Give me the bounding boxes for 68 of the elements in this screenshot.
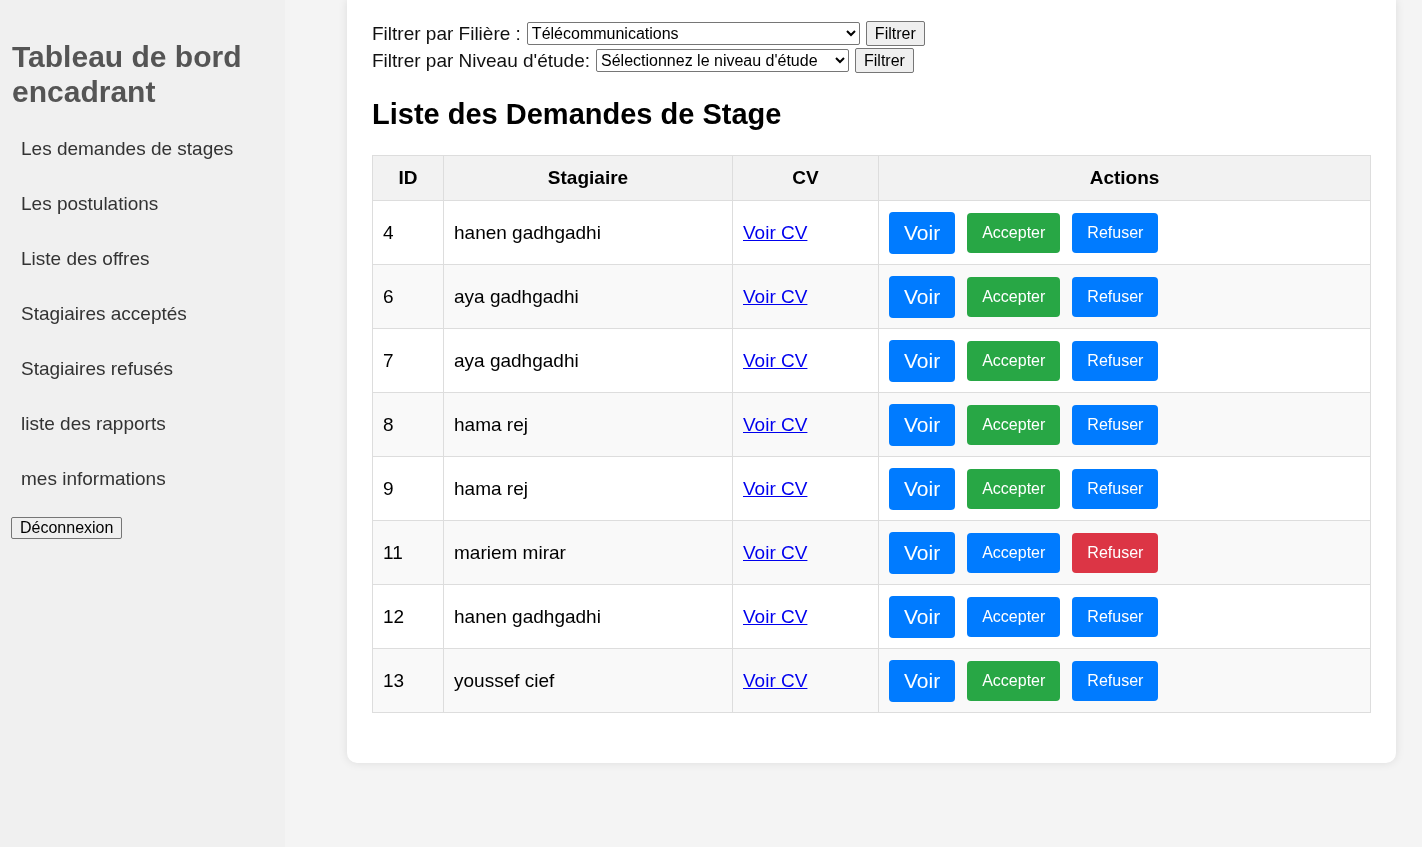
- sidebar-link[interactable]: Les postulations: [11, 192, 169, 215]
- name-cell: hama rej: [443, 456, 733, 521]
- column-header: ID: [372, 155, 444, 201]
- name-cell: hama rej: [443, 392, 733, 457]
- action-button[interactable]: Voir: [889, 275, 956, 318]
- filter-label: Filtrer par Niveau d'étude:: [372, 49, 590, 72]
- id-cell: 13: [372, 648, 444, 713]
- action-button[interactable]: Voir: [889, 403, 956, 446]
- action-button[interactable]: Accepter: [967, 660, 1061, 701]
- column-header: CV: [732, 155, 879, 201]
- filter-button[interactable]: Filtrer: [865, 21, 925, 46]
- cv-link[interactable]: Voir CV: [743, 349, 808, 371]
- action-button[interactable]: Voir: [889, 467, 956, 510]
- sidebar-link[interactable]: Stagiaires refusés: [11, 357, 184, 380]
- action-button[interactable]: Voir: [889, 531, 956, 574]
- column-header: Actions: [878, 155, 1371, 201]
- action-button[interactable]: Voir: [889, 595, 956, 638]
- page-heading: Liste des Demandes de Stage: [372, 98, 783, 131]
- action-button[interactable]: Accepter: [967, 212, 1061, 253]
- action-button[interactable]: Refuser: [1072, 468, 1159, 509]
- action-button[interactable]: Accepter: [967, 276, 1061, 317]
- action-button[interactable]: Accepter: [967, 468, 1061, 509]
- cv-link[interactable]: Voir CV: [743, 669, 808, 691]
- name-cell: aya gadhgadhi: [443, 264, 733, 329]
- action-button[interactable]: Refuser: [1072, 276, 1159, 317]
- sidebar-link[interactable]: Les demandes de stages: [11, 137, 244, 160]
- sidebar-title: Tableau de bord encadrant: [12, 40, 243, 109]
- action-button[interactable]: Accepter: [967, 532, 1061, 573]
- cv-link[interactable]: Voir CV: [743, 285, 808, 307]
- cv-link[interactable]: Voir CV: [743, 221, 808, 243]
- sidebar-link[interactable]: liste des rapports: [11, 412, 176, 435]
- name-cell: aya gadhgadhi: [443, 328, 733, 393]
- cv-link[interactable]: Voir CV: [743, 605, 808, 627]
- cv-link[interactable]: Voir CV: [743, 541, 808, 563]
- action-button[interactable]: Refuser: [1072, 532, 1159, 573]
- name-cell: mariem mirar: [443, 520, 733, 585]
- action-button[interactable]: Voir: [889, 659, 956, 702]
- action-button[interactable]: Refuser: [1072, 404, 1159, 445]
- column-header: Stagiaire: [443, 155, 733, 201]
- action-button[interactable]: Accepter: [967, 340, 1061, 381]
- action-button[interactable]: Voir: [889, 211, 956, 254]
- id-cell: 4: [372, 200, 444, 265]
- name-cell: youssef cief: [443, 648, 733, 713]
- action-button[interactable]: Accepter: [967, 404, 1061, 445]
- id-cell: 6: [372, 264, 444, 329]
- id-cell: 12: [372, 584, 444, 649]
- filter-select[interactable]: Sélectionnez le niveau d'étude: [596, 49, 849, 72]
- sidebar-link[interactable]: mes informations: [11, 467, 176, 490]
- filter-button[interactable]: Filtrer: [855, 48, 914, 73]
- sidebar-link[interactable]: Stagiaires acceptés: [11, 302, 197, 325]
- action-button[interactable]: Refuser: [1072, 340, 1159, 381]
- cv-link[interactable]: Voir CV: [743, 413, 808, 435]
- logout-button[interactable]: Déconnexion: [11, 517, 123, 539]
- id-cell: 9: [372, 456, 444, 521]
- action-button[interactable]: Refuser: [1072, 596, 1159, 637]
- id-cell: 11: [372, 520, 444, 585]
- name-cell: hanen gadhgadhi: [443, 584, 733, 649]
- action-button[interactable]: Refuser: [1072, 660, 1159, 701]
- action-button[interactable]: Voir: [889, 339, 956, 382]
- cv-link[interactable]: Voir CV: [743, 477, 808, 499]
- sidebar-link[interactable]: Liste des offres: [11, 247, 160, 270]
- filter-select[interactable]: Télécommunications: [526, 22, 860, 45]
- action-button[interactable]: Accepter: [967, 596, 1061, 637]
- action-button[interactable]: Refuser: [1072, 212, 1159, 253]
- name-cell: hanen gadhgadhi: [443, 200, 733, 265]
- filter-label: Filtrer par Filière :: [372, 22, 521, 45]
- id-cell: 7: [372, 328, 444, 393]
- id-cell: 8: [372, 392, 444, 457]
